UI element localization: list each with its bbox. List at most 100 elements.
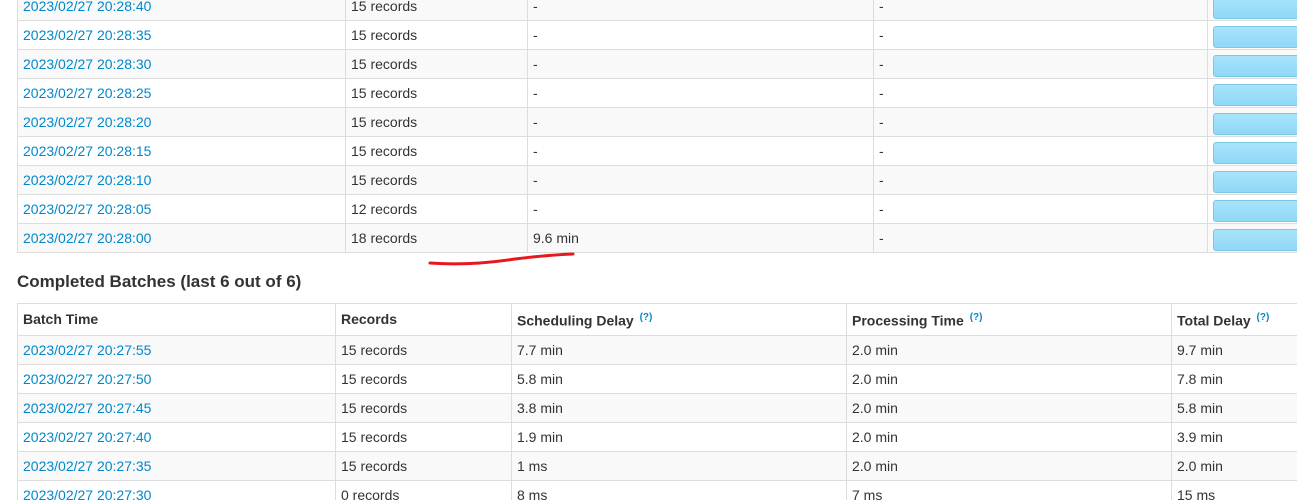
scheduling-delay-cell: 5.8 min (511, 363, 847, 394)
batch-time-link[interactable]: 2023/02/27 20:28:10 (23, 172, 151, 188)
running-batches-table: 2023/02/27 20:28:40 15 records - -2023/02/2… (17, 0, 1297, 253)
scheduling-delay-cell: 3.8 min (511, 392, 847, 423)
running-batch-row: 2023/02/27 20:28:15 15 records - - (17, 136, 1297, 166)
streaming-batches-page: 2023/02/27 20:28:40 15 records - -2023/02/2… (0, 0, 1297, 500)
batch-time-cell: 2023/02/27 20:27:30 (17, 479, 336, 500)
batch-time-link[interactable]: 2023/02/27 20:28:30 (23, 56, 151, 72)
status-cell (1207, 165, 1297, 195)
batch-time-link[interactable]: 2023/02/27 20:27:35 (23, 458, 151, 474)
records-cell: 15 records (345, 20, 528, 50)
batch-time-cell: 2023/02/27 20:27:40 (17, 421, 336, 452)
running-batch-row: 2023/02/27 20:28:35 15 records - - (17, 20, 1297, 50)
batch-time-cell: 2023/02/27 20:28:35 (17, 20, 346, 50)
records-cell: 15 records (335, 450, 512, 481)
total-delay-cell: 15 ms (1171, 479, 1297, 500)
records-cell: 15 records (345, 136, 528, 166)
total-delay-help-icon[interactable]: (?) (1257, 312, 1270, 323)
col-header-processing-time[interactable]: Processing Time (?) (846, 303, 1172, 336)
batch-time-cell: 2023/02/27 20:28:00 (17, 223, 346, 253)
completed-batches-body: 2023/02/27 20:27:55 15 records 7.7 min 2.0 … (17, 334, 1297, 500)
status-cell (1207, 136, 1297, 166)
scheduling-delay-cell: 1 ms (511, 450, 847, 481)
records-cell: 15 records (335, 334, 512, 365)
col-header-batch-time[interactable]: Batch Time (17, 303, 336, 336)
scheduling-delay-cell: - (527, 136, 874, 166)
completed-batch-row: 2023/02/27 20:27:40 15 records 1.9 min 2.0 … (17, 421, 1297, 452)
col-header-records[interactable]: Records (335, 303, 512, 336)
batch-time-link[interactable]: 2023/02/27 20:27:45 (23, 400, 151, 416)
batch-time-link[interactable]: 2023/02/27 20:28:25 (23, 85, 151, 101)
processing-time-help-icon[interactable]: (?) (970, 312, 983, 323)
processing-time-cell: 2.0 min (846, 392, 1172, 423)
batch-time-cell: 2023/02/27 20:28:40 (17, 0, 346, 21)
records-cell: 15 records (345, 107, 528, 137)
processing-time-cell: - (873, 107, 1208, 137)
completed-batches-table: Batch Time Records Scheduling Delay (?) … (17, 303, 1297, 500)
scheduling-delay-help-icon[interactable]: (?) (640, 312, 653, 323)
total-delay-cell: 7.8 min (1171, 363, 1297, 394)
batch-time-cell: 2023/02/27 20:28:15 (17, 136, 346, 166)
completed-batch-row: 2023/02/27 20:27:45 15 records 3.8 min 2.0 … (17, 392, 1297, 423)
total-delay-cell: 3.9 min (1171, 421, 1297, 452)
processing-progress-bar (1213, 55, 1297, 77)
processing-time-cell: 2.0 min (846, 334, 1172, 365)
status-cell (1207, 0, 1297, 21)
batch-time-link[interactable]: 2023/02/27 20:28:00 (23, 230, 151, 246)
scheduling-delay-cell: 7.7 min (511, 334, 847, 365)
total-delay-cell: 5.8 min (1171, 392, 1297, 423)
scheduling-delay-cell: - (527, 194, 874, 224)
completed-batch-row: 2023/02/27 20:27:55 15 records 7.7 min 2.0 … (17, 334, 1297, 365)
processing-time-cell: 2.0 min (846, 421, 1172, 452)
completed-batch-row: 2023/02/27 20:27:30 0 records 8 ms 7 ms 15 m… (17, 479, 1297, 500)
status-cell (1207, 194, 1297, 224)
records-cell: 12 records (345, 194, 528, 224)
running-batch-row: 2023/02/27 20:28:30 15 records - - (17, 49, 1297, 79)
status-cell (1207, 49, 1297, 79)
scheduling-delay-cell: - (527, 165, 874, 195)
records-cell: 15 records (345, 0, 528, 21)
batch-time-cell: 2023/02/27 20:27:45 (17, 392, 336, 423)
scheduling-delay-cell: - (527, 49, 874, 79)
scheduling-delay-cell: 9.6 min (527, 223, 874, 253)
batch-time-link[interactable]: 2023/02/27 20:28:05 (23, 201, 151, 217)
batch-time-link[interactable]: 2023/02/27 20:27:55 (23, 342, 151, 358)
batch-time-link[interactable]: 2023/02/27 20:27:40 (23, 429, 151, 445)
scheduling-delay-cell: 1.9 min (511, 421, 847, 452)
batch-time-link[interactable]: 2023/02/27 20:27:30 (23, 487, 151, 500)
processing-progress-bar (1213, 113, 1297, 135)
running-batch-row: 2023/02/27 20:28:20 15 records - - (17, 107, 1297, 137)
scheduling-delay-cell: - (527, 0, 874, 21)
batch-time-link[interactable]: 2023/02/27 20:28:20 (23, 114, 151, 130)
batch-time-link[interactable]: 2023/02/27 20:27:50 (23, 371, 151, 387)
records-cell: 15 records (345, 165, 528, 195)
processing-time-cell: 7 ms (846, 479, 1172, 500)
processing-progress-bar (1213, 142, 1297, 164)
red-underline-stroke (428, 252, 575, 266)
batch-time-cell: 2023/02/27 20:27:35 (17, 450, 336, 481)
batch-time-link[interactable]: 2023/02/27 20:28:35 (23, 27, 151, 43)
batch-time-cell: 2023/02/27 20:28:10 (17, 165, 346, 195)
processing-progress-bar (1213, 0, 1297, 19)
col-header-total-delay[interactable]: Total Delay (?) (1171, 303, 1297, 336)
batch-time-cell: 2023/02/27 20:28:20 (17, 107, 346, 137)
status-cell (1207, 20, 1297, 50)
processing-progress-bar (1213, 84, 1297, 106)
scheduling-delay-cell: - (527, 20, 874, 50)
running-batches-body: 2023/02/27 20:28:40 15 records - -2023/02/2… (17, 0, 1297, 253)
processing-time-cell: 2.0 min (846, 450, 1172, 481)
running-batch-row: 2023/02/27 20:28:00 18 records 9.6 min - (17, 223, 1297, 253)
batch-time-cell: 2023/02/27 20:28:30 (17, 49, 346, 79)
completed-batch-row: 2023/02/27 20:27:50 15 records 5.8 min 2.0 … (17, 363, 1297, 394)
batch-time-cell: 2023/02/27 20:28:05 (17, 194, 346, 224)
records-cell: 18 records (345, 223, 528, 253)
status-cell (1207, 78, 1297, 108)
processing-time-cell: - (873, 49, 1208, 79)
processing-progress-bar (1213, 200, 1297, 222)
batch-time-link[interactable]: 2023/02/27 20:28:15 (23, 143, 151, 159)
processing-time-cell: - (873, 136, 1208, 166)
col-header-scheduling-delay[interactable]: Scheduling Delay (?) (511, 303, 847, 336)
batch-time-link[interactable]: 2023/02/27 20:28:40 (23, 0, 151, 14)
status-cell (1207, 223, 1297, 253)
running-batch-row: 2023/02/27 20:28:40 15 records - - (17, 0, 1297, 21)
processing-progress-bar (1213, 229, 1297, 251)
